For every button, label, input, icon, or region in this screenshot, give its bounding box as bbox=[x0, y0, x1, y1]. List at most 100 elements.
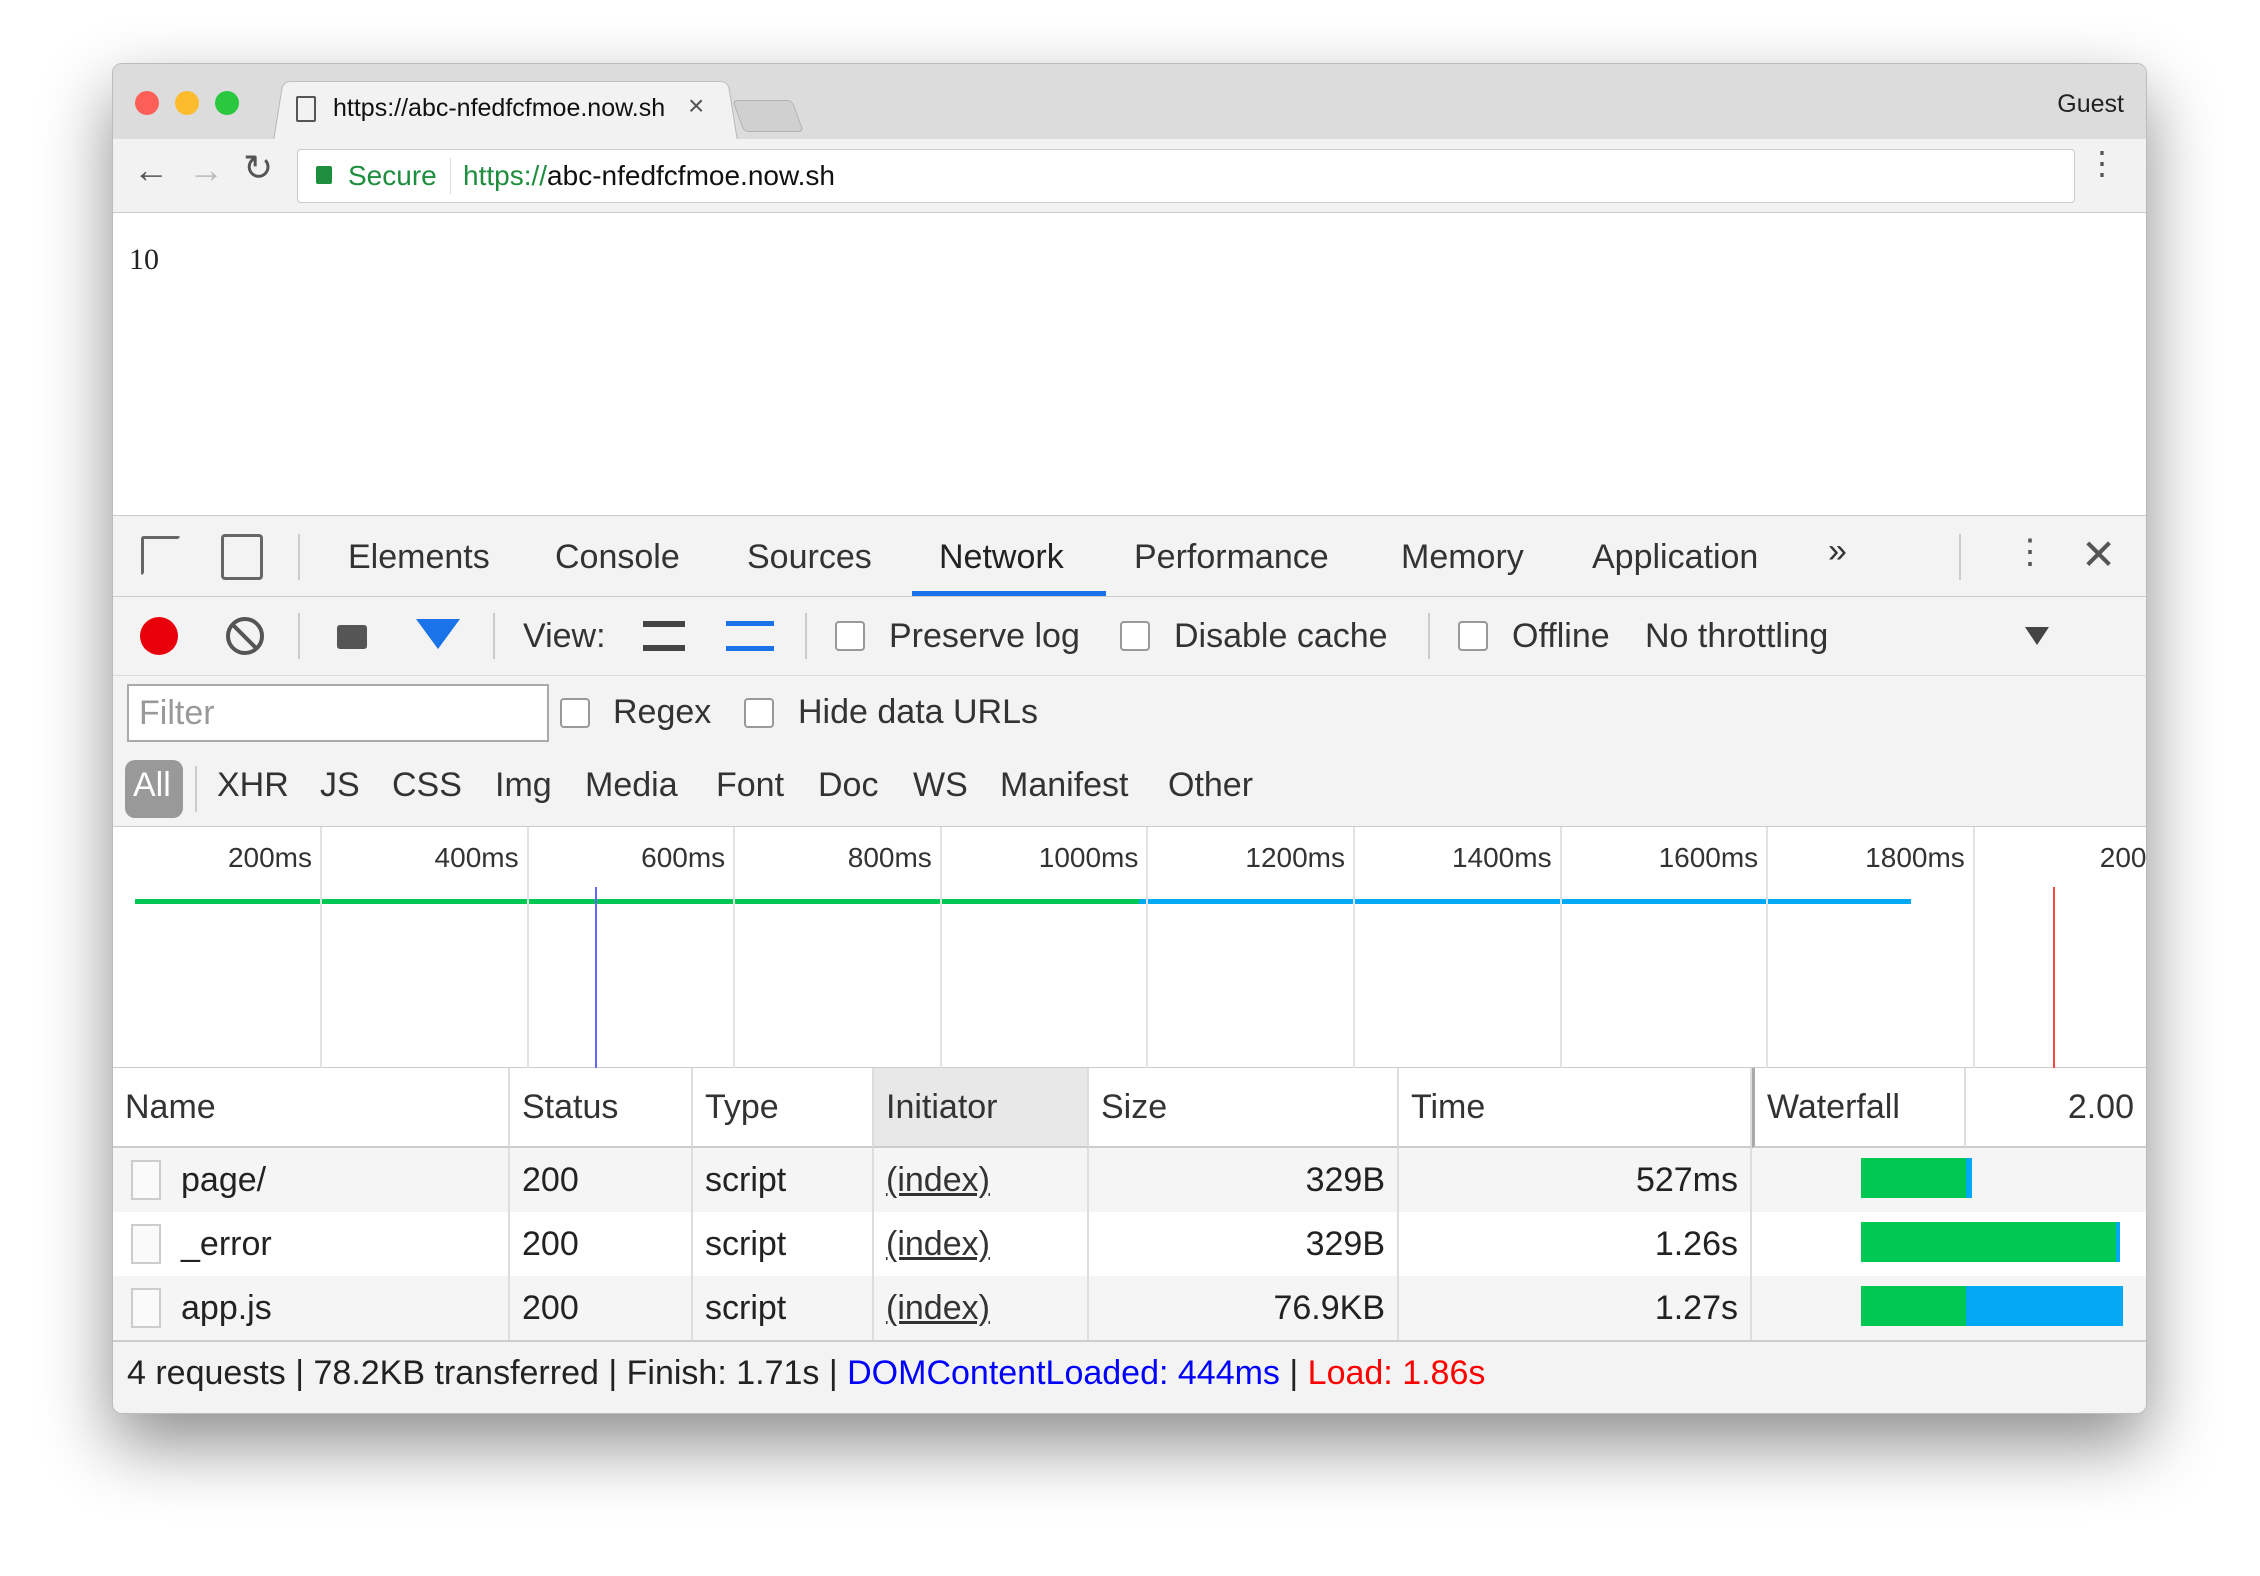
inspect-element-icon[interactable] bbox=[141, 536, 181, 576]
cell-time: 1.27s bbox=[1399, 1276, 1752, 1340]
preserve-log-checkbox[interactable] bbox=[835, 621, 865, 651]
column-type[interactable]: Type bbox=[693, 1068, 874, 1148]
overview-tick-label: 1800ms bbox=[1865, 842, 1965, 873]
type-media[interactable]: Media bbox=[585, 766, 678, 805]
devtools-menu-icon[interactable]: ⋮ bbox=[2013, 532, 2047, 572]
browser-window: https://abc-nfedfcfmoe.now.sh × Guest ← … bbox=[112, 63, 2147, 1414]
screenshot-camera-icon[interactable] bbox=[337, 625, 367, 649]
table-row[interactable]: _error 200 script (index) 329B 1.26s bbox=[113, 1212, 2146, 1276]
type-manifest[interactable]: Manifest bbox=[1000, 766, 1129, 805]
dcl-time: DOMContentLoaded: 444ms bbox=[847, 1354, 1280, 1392]
load-marker bbox=[2053, 887, 2055, 1069]
omnibox[interactable]: Secure https://abc-nfedfcfmoe.now.sh bbox=[297, 149, 2075, 203]
cell-status: 200 bbox=[510, 1148, 693, 1212]
filter-placeholder: Filter bbox=[139, 694, 215, 732]
chevron-down-icon[interactable] bbox=[2025, 627, 2049, 645]
view-label: View: bbox=[523, 617, 606, 655]
throttling-select[interactable]: No throttling bbox=[1645, 617, 1828, 656]
more-tabs-icon[interactable]: » bbox=[1828, 532, 1847, 571]
device-toolbar-icon[interactable] bbox=[221, 534, 263, 580]
regex-checkbox[interactable] bbox=[560, 698, 590, 728]
network-toolbar: View: Preserve log Disable cache Offline… bbox=[113, 597, 2146, 676]
column-name[interactable]: Name bbox=[113, 1068, 510, 1148]
cell-name[interactable]: page/ bbox=[113, 1148, 510, 1212]
column-time[interactable]: Time bbox=[1399, 1068, 1752, 1148]
overview-gridline bbox=[733, 827, 736, 1069]
cell-initiator[interactable]: (index) bbox=[874, 1212, 1089, 1276]
waterfall-download-bar bbox=[1966, 1286, 2123, 1326]
close-devtools-icon[interactable]: ✕ bbox=[2081, 530, 2116, 579]
cell-type: script bbox=[693, 1212, 874, 1276]
overview-gridline bbox=[939, 827, 942, 1069]
tab-application[interactable]: Application bbox=[1592, 538, 1758, 577]
back-icon[interactable]: ← bbox=[133, 149, 169, 191]
waterfall-waiting-bar bbox=[1861, 1286, 1966, 1326]
tab-title: https://abc-nfedfcfmoe.now.sh bbox=[333, 94, 666, 122]
disable-cache-label: Disable cache bbox=[1174, 617, 1388, 655]
column-waterfall[interactable]: Waterfall bbox=[1752, 1068, 1966, 1148]
profile-label[interactable]: Guest bbox=[2057, 90, 2124, 119]
reload-icon[interactable]: ↻ bbox=[243, 147, 273, 189]
offline-checkbox[interactable] bbox=[1458, 621, 1488, 651]
type-other[interactable]: Other bbox=[1168, 766, 1253, 805]
overview-gridline bbox=[1146, 827, 1149, 1069]
hide-data-urls-checkbox[interactable] bbox=[744, 698, 774, 728]
minimize-window-button[interactable] bbox=[175, 91, 199, 115]
cell-size: 329B bbox=[1089, 1212, 1399, 1276]
type-ws[interactable]: WS bbox=[913, 766, 968, 805]
cell-time: 527ms bbox=[1399, 1148, 1752, 1212]
maximize-window-button[interactable] bbox=[215, 91, 239, 115]
column-status[interactable]: Status bbox=[510, 1068, 693, 1148]
tab-memory[interactable]: Memory bbox=[1401, 538, 1524, 577]
close-window-button[interactable] bbox=[135, 91, 159, 115]
filter-icon[interactable] bbox=[416, 619, 460, 649]
close-tab-icon[interactable]: × bbox=[688, 90, 704, 122]
page-content: 10 bbox=[113, 213, 2146, 515]
cell-initiator[interactable]: (index) bbox=[874, 1148, 1089, 1212]
cell-name[interactable]: _error bbox=[113, 1212, 510, 1276]
forward-icon[interactable]: → bbox=[188, 149, 224, 191]
type-font[interactable]: Font bbox=[716, 766, 784, 805]
overview-tick-label: 1600ms bbox=[1658, 842, 1759, 873]
tab-elements[interactable]: Elements bbox=[348, 538, 490, 577]
preserve-log-label: Preserve log bbox=[889, 617, 1080, 655]
disable-cache-checkbox[interactable] bbox=[1120, 621, 1150, 651]
clear-icon[interactable] bbox=[226, 617, 264, 655]
cell-name[interactable]: app.js bbox=[113, 1276, 510, 1340]
cell-size: 329B bbox=[1089, 1148, 1399, 1212]
overview-gridline bbox=[1766, 827, 1769, 1069]
devtools-tab-bar: Elements Console Sources Network Perform… bbox=[113, 516, 2146, 597]
overview-tick-label: 1200ms bbox=[1245, 842, 1345, 873]
column-initiator[interactable]: Initiator bbox=[874, 1068, 1089, 1148]
overview-tick-label: 2000r bbox=[2099, 842, 2147, 873]
type-js[interactable]: JS bbox=[320, 766, 360, 805]
waterfall-view-icon[interactable] bbox=[726, 621, 774, 651]
type-xhr[interactable]: XHR bbox=[217, 766, 289, 805]
table-row[interactable]: page/200 script (index) 329B 527ms bbox=[113, 1148, 2146, 1212]
tab-console[interactable]: Console bbox=[555, 538, 680, 577]
column-size[interactable]: Size bbox=[1089, 1068, 1399, 1148]
overview-tick-label: 1400ms bbox=[1451, 842, 1552, 873]
tab-network[interactable]: Network bbox=[939, 538, 1064, 577]
overview-tick-label: 200ms bbox=[227, 842, 312, 873]
record-button[interactable] bbox=[140, 617, 178, 655]
overview-download-bar bbox=[1139, 899, 1911, 904]
tab-sources[interactable]: Sources bbox=[747, 538, 872, 577]
table-row[interactable]: app.js 200 script (index) 76.9KB 1.27s bbox=[113, 1276, 2146, 1340]
network-overview[interactable]: 200ms 400ms 600ms 800ms 1000ms 1200ms 1400ms 16… bbox=[113, 826, 2147, 1069]
large-rows-icon[interactable] bbox=[643, 621, 685, 651]
cell-initiator[interactable]: (index) bbox=[874, 1276, 1089, 1340]
active-tab-indicator bbox=[912, 591, 1106, 596]
filter-input[interactable]: Filter bbox=[127, 684, 549, 742]
type-css[interactable]: CSS bbox=[392, 766, 462, 805]
new-tab-button[interactable] bbox=[732, 100, 804, 132]
type-doc[interactable]: Doc bbox=[818, 766, 878, 805]
browser-menu-icon[interactable]: ⋮ bbox=[2086, 147, 2118, 179]
requests-count: 4 requests bbox=[127, 1354, 286, 1392]
hide-data-urls-label: Hide data URLs bbox=[798, 693, 1039, 731]
load-time: Load: 1.86s bbox=[1307, 1354, 1486, 1392]
tab-performance[interactable]: Performance bbox=[1134, 538, 1329, 577]
type-img[interactable]: Img bbox=[495, 766, 552, 805]
regex-label: Regex bbox=[613, 693, 712, 731]
page-text: 10 bbox=[129, 243, 159, 276]
